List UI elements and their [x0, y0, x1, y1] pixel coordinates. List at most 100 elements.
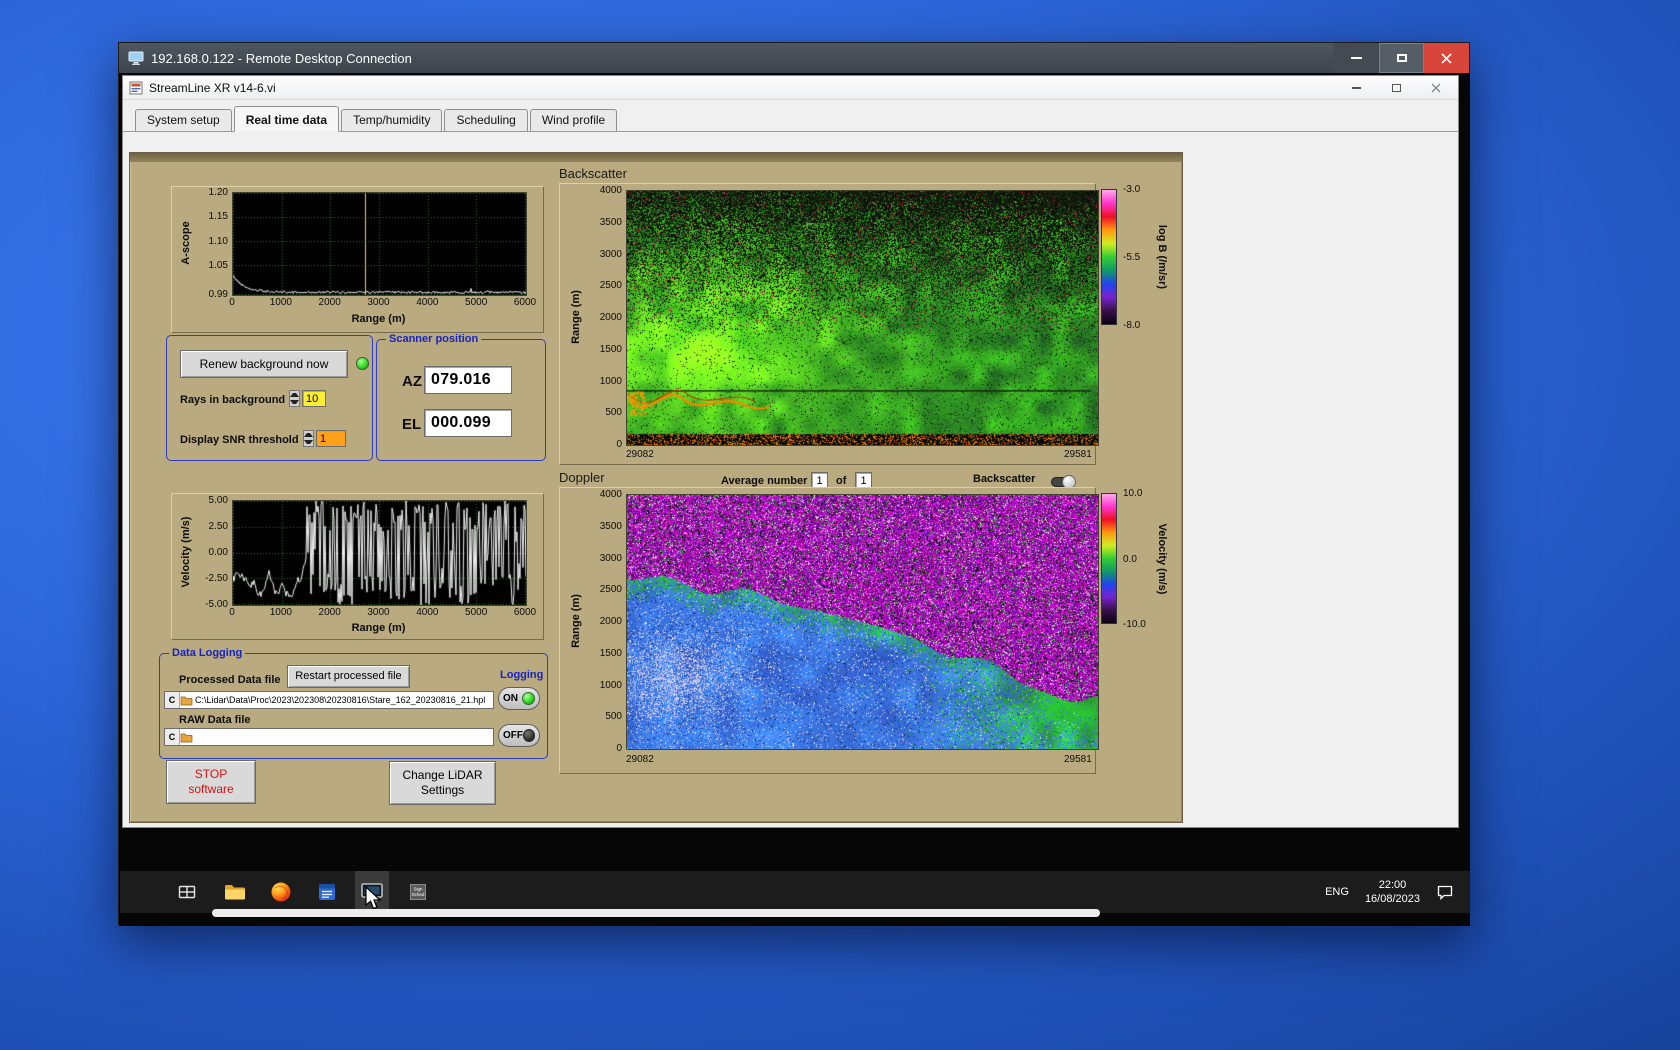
processed-logging-toggle[interactable]: ON — [498, 687, 540, 710]
axis-tick-label: 3500 — [599, 216, 622, 228]
rays-value-field[interactable]: 10 — [302, 390, 326, 407]
rays-spinner[interactable] — [289, 390, 300, 407]
doppler-x-end-label: 29581 — [1064, 754, 1092, 765]
doppler-x-start-label: 29082 — [626, 754, 654, 765]
clock[interactable]: 22:00 16/08/2023 — [1365, 878, 1420, 906]
signsched-caption-line2: Sched — [412, 892, 425, 897]
axis-tick-label: 1.20 — [208, 187, 228, 198]
off-led — [523, 729, 535, 742]
stop-software-button[interactable]: STOP software — [166, 760, 256, 804]
tab-temp-humidity[interactable]: Temp/humidity — [341, 109, 443, 131]
rdp-window: 192.168.0.122 - Remote Desktop Connectio… — [118, 42, 1470, 926]
backscatter-colorbar-ticks: -3.0 -5.5 -8.0 — [1121, 184, 1151, 331]
axis-tick-label: 2000 — [318, 607, 341, 618]
doppler-heatmap — [626, 494, 1099, 750]
taskbar-signsched-button[interactable]: Sign Sched — [401, 871, 435, 913]
backscatter-toggle-label: Backscatter — [973, 473, 1036, 485]
panel-top-edge — [130, 153, 1182, 162]
signsched-app-icon: SignSched — [410, 884, 426, 900]
el-value-field: 000.099 — [424, 409, 512, 437]
backscatter-display-toggle[interactable] — [1051, 475, 1076, 489]
axis-tick-label: 4000 — [599, 489, 622, 500]
axis-tick-label: 0 — [229, 297, 235, 308]
mouse-cursor — [365, 886, 382, 910]
axis-tick-label: 500 — [605, 711, 622, 723]
system-tray: ENG 22:00 16/08/2023 — [1325, 871, 1454, 913]
axis-tick-label: -3.0 — [1123, 184, 1141, 195]
rdp-window-controls — [1334, 43, 1469, 73]
tab-real-time-data[interactable]: Real time data — [233, 106, 340, 132]
axis-tick-label: 1000 — [269, 297, 292, 308]
backscatter-y-axis: 4000 3500 3000 2500 2000 1500 1000 500 0 — [588, 185, 624, 450]
axis-tick-label: 1500 — [599, 343, 622, 355]
backscatter-x-end-label: 29581 — [1064, 449, 1092, 460]
taskbar-document-app-button[interactable] — [310, 871, 344, 913]
snr-value-field[interactable]: 1 — [316, 430, 346, 447]
axis-tick-label: 5000 — [465, 607, 488, 618]
restore-icon — [1391, 84, 1401, 92]
rdp-close-button[interactable] — [1424, 43, 1469, 73]
axis-tick-label: 5000 — [465, 297, 488, 308]
axis-tick-label: 2500 — [599, 280, 622, 292]
clock-date: 16/08/2023 — [1364, 893, 1420, 905]
renew-background-button[interactable]: Renew background now — [180, 350, 348, 378]
app-minimize-button[interactable] — [1336, 76, 1376, 100]
rdp-minimize-button[interactable] — [1334, 43, 1379, 73]
doppler-colorbar — [1101, 493, 1117, 624]
language-indicator[interactable]: ENG — [1325, 886, 1349, 898]
processed-path-field[interactable]: C C:\Lidar\Data\Proc\2023\202308\2023081… — [164, 691, 494, 709]
document-app-icon — [319, 884, 335, 900]
rdp-titlebar[interactable]: 192.168.0.122 - Remote Desktop Connectio… — [119, 43, 1469, 73]
axis-tick-label: 3000 — [367, 297, 390, 308]
tab-scheduling[interactable]: Scheduling — [444, 109, 528, 131]
rdp-title: 192.168.0.122 - Remote Desktop Connectio… — [151, 50, 412, 66]
axis-tick-label: 2500 — [599, 584, 622, 596]
decrement-icon — [290, 400, 299, 405]
background-led — [356, 357, 369, 370]
ascope-y-axis-title: A-scope — [180, 221, 192, 265]
app-titlebar[interactable]: StreamLine XR v14-6.vi — [123, 76, 1458, 100]
close-icon — [1441, 52, 1452, 64]
restart-processed-file-button[interactable]: Restart processed file — [287, 665, 410, 688]
raw-path-text — [193, 729, 493, 745]
raw-path-field[interactable]: C — [164, 728, 494, 746]
axis-tick-label: 2000 — [599, 616, 622, 627]
drive-icon: C — [165, 692, 180, 708]
doppler-y-axis: 4000 3500 3000 2500 2000 1500 1000 500 0 — [588, 489, 624, 754]
app-restore-button[interactable] — [1376, 76, 1416, 100]
taskbar-firefox-button[interactable] — [264, 871, 298, 913]
app-close-button[interactable] — [1416, 76, 1456, 100]
on-label: ON — [503, 693, 518, 704]
axis-tick-label: 5.00 — [208, 495, 228, 506]
tab-system-setup[interactable]: System setup — [135, 109, 232, 131]
axis-tick-label: -10.0 — [1123, 619, 1146, 630]
rdp-horizontal-scrollbar[interactable] — [212, 909, 1100, 917]
restore-icon — [1396, 54, 1407, 62]
axis-tick-label: 1000 — [269, 607, 292, 618]
ascope-plot-area — [232, 192, 527, 296]
axis-tick-label: 4000 — [416, 607, 439, 618]
rdp-restore-button[interactable] — [1379, 43, 1424, 73]
axis-tick-label: 6000 — [513, 607, 537, 618]
axis-tick-label: 4000 — [599, 185, 622, 196]
taskbar-task-view-button[interactable] — [170, 871, 204, 913]
taskbar: Sign Sched ENG 22:00 16/08/2023 — [120, 871, 1470, 913]
ascope-plot-widget: 1.20 1.15 1.10 1.05 0.99 0 1000 2000 3000 4000 50… — [171, 186, 544, 333]
tab-wind-profile[interactable]: Wind profile — [529, 109, 618, 131]
taskbar-file-explorer-button[interactable] — [218, 871, 252, 913]
rays-in-background-label: Rays in background — [180, 394, 286, 406]
action-center-icon[interactable] — [1436, 884, 1454, 901]
velocity-x-axis-title: Range (m) — [351, 622, 406, 634]
off-label: OFF — [503, 730, 523, 741]
folder-icon — [180, 733, 193, 743]
minimize-icon — [1351, 87, 1361, 89]
change-lidar-settings-button[interactable]: Change LiDAR Settings — [389, 761, 496, 805]
axis-tick-label: 4000 — [416, 297, 439, 308]
snr-spinner[interactable] — [303, 430, 314, 447]
backscatter-colorbar — [1101, 189, 1117, 325]
doppler-colorbar-ticks: 10.0 0.0 -10.0 — [1121, 488, 1155, 630]
raw-logging-toggle[interactable]: OFF — [498, 724, 540, 747]
doppler-colorbar-title: Velocity (m/s) — [1156, 523, 1168, 595]
axis-tick-label: 6000 — [513, 297, 537, 308]
file-explorer-icon — [225, 885, 245, 900]
